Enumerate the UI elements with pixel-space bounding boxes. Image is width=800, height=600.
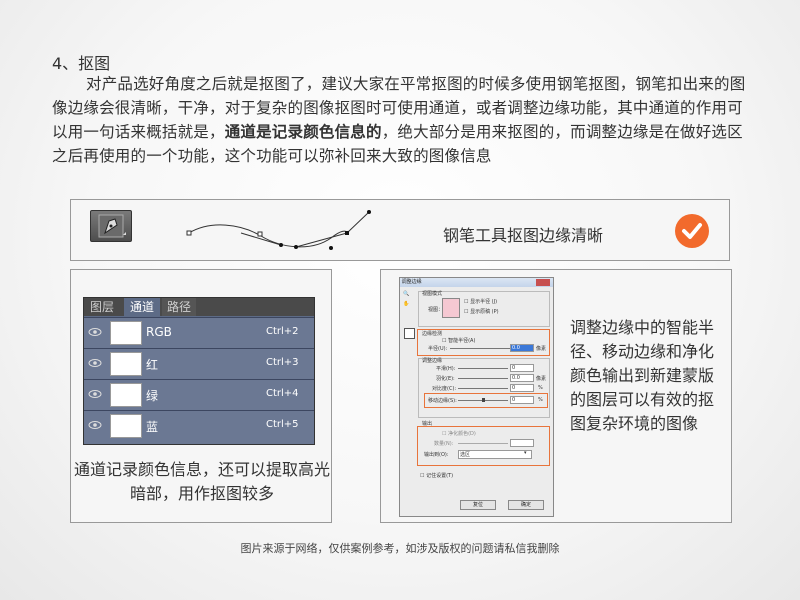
edge-detection-label: 边缘检测 [422,331,443,337]
amount-input[interactable] [510,439,534,447]
channel-name: RGB [146,325,172,339]
channel-name: 蓝 [146,420,159,434]
radius-unit: 像素 [536,346,547,352]
radius-value: 0.0 [512,345,520,351]
channel-row[interactable]: RGB Ctrl+2 [84,317,314,348]
checkmark-icon [675,214,709,248]
decontaminate-label: 净化颜色(D) [448,431,476,437]
pen-caption: 钢笔工具抠图边缘清晰 [443,226,604,245]
channel-shortcut: Ctrl+2 [266,326,299,337]
feather-unit: 像素 [536,376,547,382]
smooth-slider[interactable] [458,368,508,369]
channel-shortcut: Ctrl+3 [266,357,299,368]
shift-edge-value: 0 [512,397,516,403]
feather-label: 羽化(E): [436,376,455,382]
refine-edge-caption: 调整边缘中的智能半径、移动边缘和净化颜色输出到新建蒙版的图层可以有效的抠图复杂环… [570,318,715,433]
channel-thumbnail [110,321,142,345]
refine-brush-icon[interactable] [404,328,415,339]
feather-value: 0.0 [512,375,520,381]
contrast-label: 对比度(C): [432,386,457,392]
pen-tool-panel: 钢笔工具抠图边缘清晰 [70,199,730,261]
smart-radius-label: 智能半径(A) [448,338,476,344]
tab-layers[interactable]: 图层 [86,298,118,316]
radius-label: 半径(U): [428,346,448,352]
ok-button[interactable]: 确定 [508,500,544,510]
bezier-path-illustration [186,210,371,250]
remember-checkbox[interactable]: ☐ 记住设置(T) [420,472,453,479]
channel-row[interactable]: 蓝 Ctrl+5 [84,410,314,444]
shift-edge-label: 移动边缘(S): [428,398,457,404]
section-heading: 4、抠图 [52,54,111,73]
show-original-checkbox[interactable]: ☐ 显示原稿 (P) [464,308,499,315]
adjust-edge-label: 调整边缘 [422,358,443,364]
decontaminate-checkbox[interactable]: ☐ 净化颜色(D) [442,430,476,437]
dialog-title-text: 调整边缘 [401,279,422,285]
panel-tab-bar: 图层 通道 路径 [84,298,314,316]
footer-note: 图片来源于网络，仅供案例参考，如涉及版权的问题请私信我删除 [240,542,560,555]
chevron-down-icon: ▾ [524,450,527,456]
contrast-unit: % [538,385,543,391]
channels-panel: 图层 通道 路径 RGB Ctrl+2 红 Ctrl+3 绿 Ctrl+4 蓝 … [83,297,315,445]
show-radius-label: 显示半径 (J) [470,299,498,305]
channel-thumbnail [110,352,142,376]
reset-button[interactable]: 复位 [460,500,496,510]
output-to-value: 选区 [460,452,471,458]
paragraph-bold-text: 通道是记录颜色信息的 [224,123,382,141]
dialog-title: 调整边缘 [400,278,553,287]
channel-shortcut: Ctrl+5 [266,419,299,430]
pen-tool-icon [90,210,132,242]
amount-slider[interactable] [458,443,508,444]
show-original-label: 显示原稿 (P) [470,309,499,315]
zoom-tool-icon[interactable]: 🔍 [403,291,409,297]
smart-radius-checkbox[interactable]: ☐ 智能半径(A) [442,337,475,344]
output-to-label: 输出到(O): [424,452,449,458]
eye-icon[interactable] [88,420,102,430]
body-paragraph: 对产品选好角度之后就是抠图了，建议大家在平常抠图的时候多使用钢笔抠图，钢笔扣出来… [52,72,752,168]
refine-edge-dialog: 调整边缘 🔍 ✋ 视图模式 视图： ☐ 显示半径 (J) ☐ 显示原稿 (P) … [399,277,554,517]
view-label: 视图： [428,307,444,313]
view-mode-label: 视图模式 [422,291,443,297]
channel-name: 红 [146,358,159,372]
radius-slider[interactable] [450,348,510,349]
tab-channels[interactable]: 通道 [124,298,160,316]
show-radius-checkbox[interactable]: ☐ 显示半径 (J) [464,298,497,305]
channels-panel-box: 图层 通道 路径 RGB Ctrl+2 红 Ctrl+3 绿 Ctrl+4 蓝 … [70,269,332,523]
view-thumbnail[interactable] [442,298,460,318]
close-button[interactable] [536,279,550,286]
channel-row[interactable]: 红 Ctrl+3 [84,348,314,379]
channel-row[interactable]: 绿 Ctrl+4 [84,379,314,410]
contrast-value: 0 [512,385,516,391]
channel-shortcut: Ctrl+4 [266,388,299,399]
shift-edge-unit: % [538,397,543,403]
smooth-label: 平滑(H): [436,366,456,372]
amount-label: 数量(N): [434,441,454,447]
channel-thumbnail [110,414,142,438]
eye-icon[interactable] [88,358,102,368]
remember-label: 记住设置(T) [426,473,454,479]
tab-paths[interactable]: 路径 [162,298,196,316]
channel-name: 绿 [146,389,159,403]
refine-edge-box: 调整边缘 🔍 ✋ 视图模式 视图： ☐ 显示半径 (J) ☐ 显示原稿 (P) … [380,269,732,523]
channels-caption: 通道记录颜色信息，还可以提取高光暗部，用作抠图较多 [73,460,330,503]
shift-edge-slider-thumb[interactable] [482,398,485,402]
contrast-slider[interactable] [458,388,508,389]
eye-icon[interactable] [88,327,102,337]
hand-tool-icon[interactable]: ✋ [403,301,409,307]
eye-icon[interactable] [88,389,102,399]
channel-thumbnail [110,383,142,407]
feather-slider[interactable] [458,378,508,379]
smooth-value: 0 [512,365,516,371]
